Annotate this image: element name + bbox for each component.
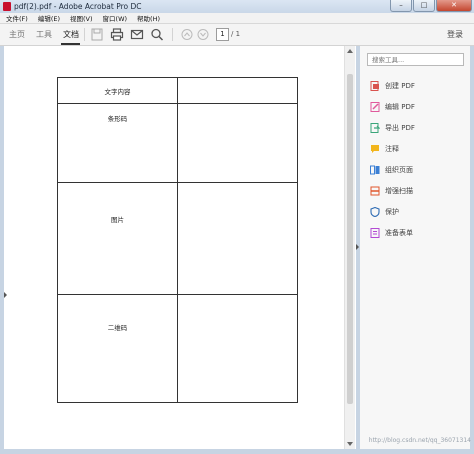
menu-bar: 文件(F) 编辑(E) 视图(V) 窗口(W) 帮助(H) xyxy=(0,13,474,24)
table-label-cell: 二维码 xyxy=(57,294,178,403)
scroll-down-icon[interactable] xyxy=(347,442,353,446)
minimize-button[interactable]: – xyxy=(390,0,412,12)
menu-edit[interactable]: 编辑(E) xyxy=(32,13,64,23)
menu-file[interactable]: 文件(F) xyxy=(0,13,32,23)
tool-create-pdf[interactable]: 创建 PDF xyxy=(370,79,415,92)
export-pdf-icon xyxy=(370,122,380,133)
active-tab-indicator xyxy=(61,43,80,45)
shield-icon xyxy=(370,206,380,217)
table-value-cell xyxy=(177,103,298,183)
toolbar-separator xyxy=(84,28,85,41)
window-title: pdf(2).pdf - Adobe Acrobat Pro DC xyxy=(14,2,142,11)
tool-prepare-form[interactable]: 准备表单 xyxy=(370,226,413,239)
previous-page-icon[interactable] xyxy=(180,28,194,41)
search-icon[interactable] xyxy=(150,28,164,41)
table-row: 条形码 xyxy=(57,103,298,183)
tool-comment[interactable]: 注释 xyxy=(370,142,399,155)
tab-home[interactable]: 主页 xyxy=(9,29,25,40)
tool-organize-pages[interactable]: 组织页面 xyxy=(370,163,413,176)
edit-pdf-icon xyxy=(370,101,380,112)
comment-icon xyxy=(371,144,379,153)
table-row: 图片 xyxy=(57,182,298,295)
tools-pane: 创建 PDF 编辑 PDF 导出 PDF 注释 组织页面 增强扫描 xyxy=(360,46,470,449)
table-value-cell xyxy=(177,77,298,104)
tool-export-pdf[interactable]: 导出 PDF xyxy=(370,121,415,134)
tool-edit-pdf[interactable]: 编辑 PDF xyxy=(370,100,415,113)
vertical-scrollbar[interactable] xyxy=(344,46,355,449)
toolbar-separator xyxy=(172,28,173,41)
title-bar: pdf(2).pdf - Adobe Acrobat Pro DC – □ ✕ xyxy=(0,0,474,14)
save-icon[interactable] xyxy=(90,28,104,41)
page-number-input[interactable]: 1 xyxy=(216,28,229,41)
tool-enhance-scans[interactable]: 增强扫描 xyxy=(370,184,413,197)
collapse-right-pane-icon[interactable] xyxy=(356,244,359,250)
table-row: 文字内容 xyxy=(57,77,298,104)
window-right-border xyxy=(470,46,474,449)
table-value-cell xyxy=(177,294,298,403)
scroll-thumb[interactable] xyxy=(347,74,353,404)
expand-left-pane-icon[interactable] xyxy=(4,292,7,298)
page-total: / 1 xyxy=(231,30,241,38)
acrobat-app-icon xyxy=(3,2,11,11)
watermark-text: http://blog.csdn.net/qq_36071314 xyxy=(368,437,471,444)
menu-help[interactable]: 帮助(H) xyxy=(131,13,164,23)
maximize-button[interactable]: □ xyxy=(413,0,435,12)
document-table: 文字内容 条形码 图片 二维码 xyxy=(57,77,298,403)
organize-pages-icon xyxy=(370,165,380,174)
create-pdf-icon xyxy=(370,80,379,91)
prepare-form-icon xyxy=(370,227,380,238)
sign-in-link[interactable]: 登录 xyxy=(447,29,463,40)
table-row: 二维码 xyxy=(57,294,298,403)
table-label-cell: 图片 xyxy=(57,182,178,295)
tool-protect[interactable]: 保护 xyxy=(370,205,399,218)
tools-search-input[interactable] xyxy=(367,53,464,66)
window-controls: – □ ✕ xyxy=(389,0,472,12)
menu-view[interactable]: 视图(V) xyxy=(64,13,97,23)
table-label-cell: 文字内容 xyxy=(57,77,178,104)
enhance-scans-icon xyxy=(370,186,380,195)
window-bottom-border xyxy=(0,449,474,454)
toolbar: 主页 工具 文档 1 / 1 登录 xyxy=(0,24,474,46)
tab-tools[interactable]: 工具 xyxy=(36,29,52,40)
email-icon[interactable] xyxy=(130,28,144,41)
close-button[interactable]: ✕ xyxy=(436,0,472,12)
print-icon[interactable] xyxy=(110,28,124,41)
next-page-icon[interactable] xyxy=(196,28,210,41)
menu-window[interactable]: 窗口(W) xyxy=(97,13,132,23)
table-value-cell xyxy=(177,182,298,295)
scroll-up-icon[interactable] xyxy=(347,49,353,53)
tab-document[interactable]: 文档 xyxy=(63,29,79,40)
table-label-cell: 条形码 xyxy=(57,103,178,183)
